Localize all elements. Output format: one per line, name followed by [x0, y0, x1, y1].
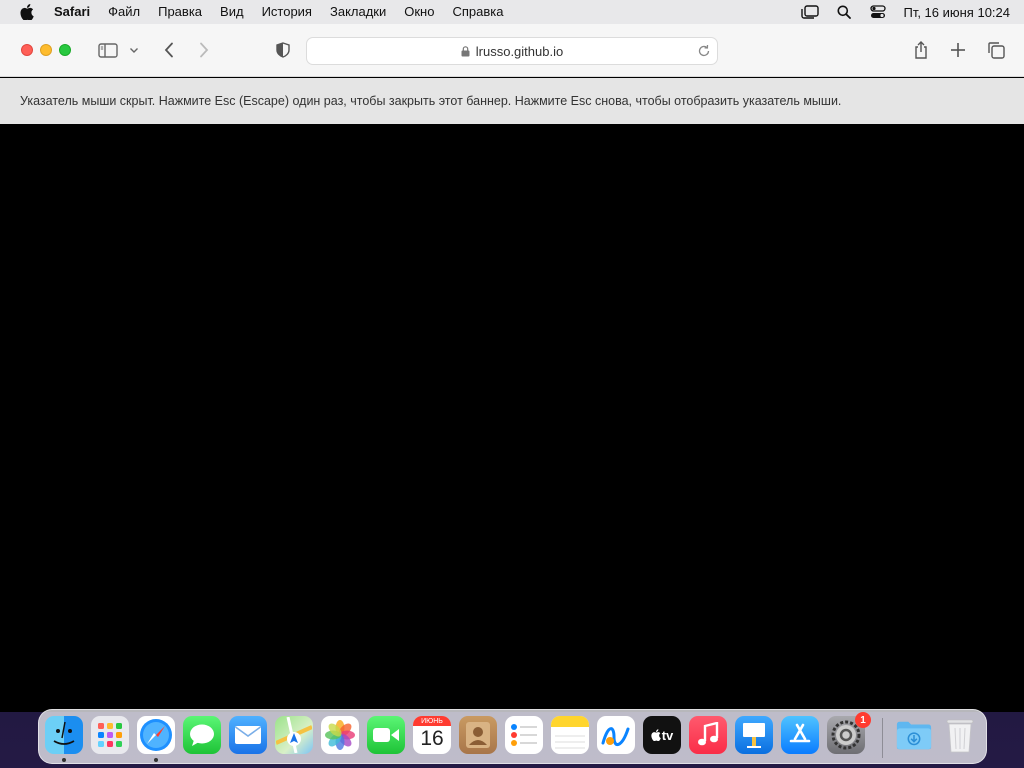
forward-button[interactable] — [191, 38, 217, 62]
system-settings-icon[interactable]: 1 — [827, 712, 871, 754]
finder-running-indicator — [62, 758, 66, 762]
browser-toolbar: lrusso.github.io — [0, 24, 1024, 77]
launchpad-icon[interactable] — [91, 716, 129, 754]
notes-icon[interactable] — [551, 716, 589, 754]
tab-overview-icon[interactable] — [983, 38, 1009, 62]
control-center-icon[interactable] — [869, 3, 887, 21]
apple-menu-icon[interactable] — [17, 2, 37, 22]
keynote-icon[interactable] — [735, 716, 773, 754]
menu-bookmarks[interactable]: Закладки — [321, 0, 395, 24]
reminders-icon[interactable] — [505, 716, 543, 754]
privacy-shield-icon[interactable] — [270, 38, 296, 62]
menu-bar-extras: Пт, 16 июня 10:24 — [801, 0, 1010, 24]
back-button[interactable] — [156, 38, 182, 62]
dock: ИЮНЬ 16 tv 1 — [38, 709, 987, 764]
banner-text: Указатель мыши скрыт. Нажмите Esc (Escap… — [20, 94, 842, 108]
calendar-day: 16 — [420, 727, 444, 750]
stage-manager-icon[interactable] — [801, 3, 820, 21]
dock-separator — [882, 718, 883, 758]
close-window-button[interactable] — [21, 44, 33, 56]
menu-history[interactable]: История — [253, 0, 321, 24]
notification-badge: 1 — [855, 712, 871, 728]
sidebar-toggle-icon[interactable] — [95, 38, 121, 62]
lock-icon — [461, 45, 471, 57]
menu-window[interactable]: Окно — [395, 0, 443, 24]
menu-view[interactable]: Вид — [211, 0, 253, 24]
mail-icon[interactable] — [229, 716, 267, 754]
finder-icon[interactable] — [45, 716, 83, 754]
menu-edit[interactable]: Правка — [149, 0, 211, 24]
music-icon[interactable] — [689, 716, 727, 754]
address-bar[interactable]: lrusso.github.io — [306, 37, 718, 65]
photos-icon[interactable] — [321, 716, 359, 754]
reload-icon[interactable] — [697, 44, 711, 58]
desktop: Safari Файл Правка Вид История Закладки … — [0, 0, 1024, 768]
freeform-icon[interactable] — [597, 716, 635, 754]
calendar-icon[interactable]: ИЮНЬ 16 — [413, 716, 451, 754]
app-store-icon[interactable] — [781, 716, 819, 754]
messages-icon[interactable] — [183, 716, 221, 754]
contacts-icon[interactable] — [459, 716, 497, 754]
page-content[interactable] — [0, 124, 1024, 712]
safari-running-indicator — [154, 758, 158, 762]
safari-window: lrusso.github.io Указатель мыши скрыт. Н… — [0, 24, 1024, 712]
menu-help[interactable]: Справка — [443, 0, 512, 24]
calendar-month: ИЮНЬ — [421, 718, 443, 725]
menu-file[interactable]: Файл — [99, 0, 149, 24]
pointer-hidden-banner: Указатель мыши скрыт. Нажмите Esc (Escap… — [0, 78, 1024, 124]
downloads-folder-icon[interactable] — [895, 716, 933, 754]
menu-app-name[interactable]: Safari — [45, 0, 99, 24]
minimize-window-button[interactable] — [40, 44, 52, 56]
safari-icon[interactable] — [137, 716, 175, 754]
chevron-down-icon[interactable] — [124, 38, 144, 62]
maps-icon[interactable] — [275, 716, 313, 754]
facetime-icon[interactable] — [367, 716, 405, 754]
trash-icon[interactable] — [941, 716, 979, 754]
spotlight-search-icon[interactable] — [835, 3, 853, 21]
zoom-window-button[interactable] — [59, 44, 71, 56]
share-icon[interactable] — [908, 38, 934, 62]
apple-tv-icon[interactable]: tv — [643, 716, 681, 754]
menu-bar-clock[interactable]: Пт, 16 июня 10:24 — [903, 5, 1010, 20]
new-tab-icon[interactable] — [945, 38, 971, 62]
address-url: lrusso.github.io — [475, 43, 564, 59]
menu-bar: Safari Файл Правка Вид История Закладки … — [0, 0, 1024, 24]
apple-tv-label: tv — [661, 727, 674, 743]
